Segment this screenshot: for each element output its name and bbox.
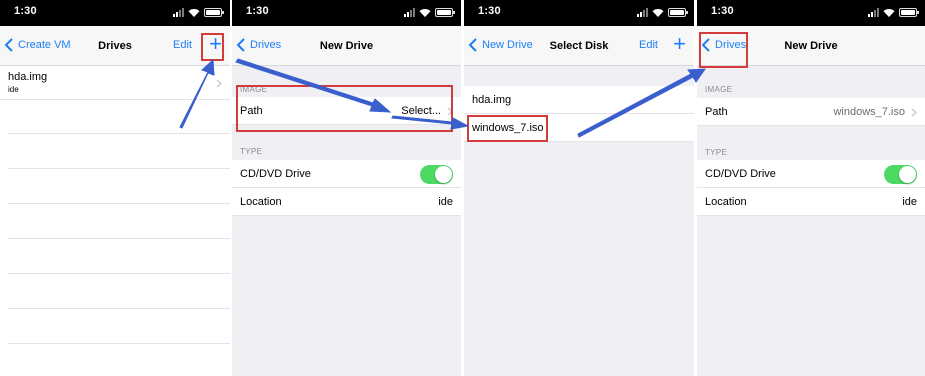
drives-screen: 1:30 Create VM Drives Edit + hda.img ide bbox=[0, 0, 230, 376]
signal-icon bbox=[173, 8, 184, 17]
chevron-left-icon bbox=[236, 38, 245, 52]
drive-list-item[interactable]: hda.img ide bbox=[0, 67, 230, 100]
type-section-header: TYPE bbox=[240, 147, 263, 156]
status-bar: 1:30 bbox=[464, 0, 694, 26]
back-label: New Drive bbox=[482, 39, 533, 51]
chevron-left-icon bbox=[701, 38, 710, 52]
battery-icon bbox=[435, 8, 455, 17]
chevron-right-icon bbox=[911, 108, 917, 117]
chevron-left-icon bbox=[4, 38, 13, 52]
status-icons bbox=[637, 8, 688, 17]
cd-dvd-toggle[interactable] bbox=[884, 165, 917, 184]
location-value: ide bbox=[438, 196, 453, 208]
wifi-icon bbox=[419, 9, 431, 17]
file-name: windows_7.iso bbox=[472, 122, 544, 134]
cd-dvd-label: CD/DVD Drive bbox=[705, 168, 776, 180]
add-disk-button[interactable]: + bbox=[673, 33, 686, 55]
status-icons bbox=[173, 8, 224, 17]
location-label: Location bbox=[705, 196, 747, 208]
new-drive-screen: 1:30 Drives New Drive IMAGE Path Select.… bbox=[232, 0, 461, 376]
new-drive-filled-screen: 1:30 Drives New Drive IMAGE Path windows… bbox=[697, 0, 925, 376]
chevron-right-icon bbox=[216, 79, 222, 88]
status-bar: 1:30 bbox=[697, 0, 925, 26]
divider bbox=[8, 273, 230, 274]
divider bbox=[8, 203, 230, 204]
status-bar: 1:30 bbox=[232, 0, 461, 26]
cd-dvd-row: CD/DVD Drive bbox=[232, 160, 461, 188]
location-label: Location bbox=[240, 196, 282, 208]
file-name: hda.img bbox=[472, 94, 512, 106]
type-section-header: TYPE bbox=[705, 148, 728, 157]
image-section-header: IMAGE bbox=[705, 85, 733, 94]
path-value: windows_7.iso bbox=[833, 106, 905, 118]
chevron-left-icon bbox=[468, 38, 477, 52]
back-button[interactable]: New Drive bbox=[468, 38, 533, 52]
select-disk-screen: 1:30 New Drive Select Disk Edit + hda.im… bbox=[464, 0, 694, 376]
back-label: Drives bbox=[250, 39, 282, 51]
path-row[interactable]: Path windows_7.iso bbox=[697, 98, 925, 126]
divider bbox=[8, 168, 230, 169]
back-label: Drives bbox=[715, 39, 747, 51]
path-value: Select... bbox=[401, 105, 441, 117]
signal-icon bbox=[404, 8, 415, 17]
divider bbox=[8, 133, 230, 134]
status-time: 1:30 bbox=[246, 5, 269, 17]
nav-bar: Create VM Drives Edit + bbox=[0, 26, 230, 66]
back-button[interactable]: Drives bbox=[701, 38, 746, 52]
path-label: Path bbox=[705, 106, 728, 118]
drive-interface: ide bbox=[8, 85, 19, 94]
nav-bar: Drives New Drive bbox=[232, 26, 461, 66]
drive-name: hda.img bbox=[8, 71, 48, 83]
location-value: ide bbox=[902, 196, 917, 208]
status-time: 1:30 bbox=[14, 5, 37, 17]
wifi-icon bbox=[188, 9, 200, 17]
add-drive-button[interactable]: + bbox=[209, 33, 222, 55]
back-button[interactable]: Drives bbox=[236, 38, 281, 52]
location-row[interactable]: Location ide bbox=[697, 188, 925, 216]
wifi-icon bbox=[652, 9, 664, 17]
status-icons bbox=[868, 8, 919, 17]
path-label: Path bbox=[240, 105, 263, 117]
divider bbox=[8, 308, 230, 309]
battery-icon bbox=[204, 8, 224, 17]
back-button[interactable]: Create VM bbox=[4, 38, 71, 52]
battery-icon bbox=[899, 8, 919, 17]
status-icons bbox=[404, 8, 455, 17]
edit-button[interactable]: Edit bbox=[639, 39, 658, 51]
chevron-right-icon bbox=[447, 107, 453, 116]
file-row-hda[interactable]: hda.img bbox=[464, 86, 694, 114]
status-time: 1:30 bbox=[711, 5, 734, 17]
battery-icon bbox=[668, 8, 688, 17]
divider bbox=[8, 343, 230, 344]
status-bar: 1:30 bbox=[0, 0, 230, 26]
cd-dvd-label: CD/DVD Drive bbox=[240, 168, 311, 180]
nav-bar: Drives New Drive bbox=[697, 26, 925, 66]
image-section-header: IMAGE bbox=[240, 85, 268, 94]
back-label: Create VM bbox=[18, 39, 71, 51]
file-row-windows[interactable]: windows_7.iso bbox=[464, 114, 694, 142]
signal-icon bbox=[868, 8, 879, 17]
wifi-icon bbox=[883, 9, 895, 17]
cd-dvd-toggle[interactable] bbox=[420, 165, 453, 184]
signal-icon bbox=[637, 8, 648, 17]
path-row[interactable]: Path Select... bbox=[232, 97, 461, 125]
divider bbox=[8, 238, 230, 239]
status-time: 1:30 bbox=[478, 5, 501, 17]
nav-bar: New Drive Select Disk Edit + bbox=[464, 26, 694, 66]
edit-button[interactable]: Edit bbox=[173, 39, 192, 51]
cd-dvd-row: CD/DVD Drive bbox=[697, 160, 925, 188]
location-row[interactable]: Location ide bbox=[232, 188, 461, 216]
